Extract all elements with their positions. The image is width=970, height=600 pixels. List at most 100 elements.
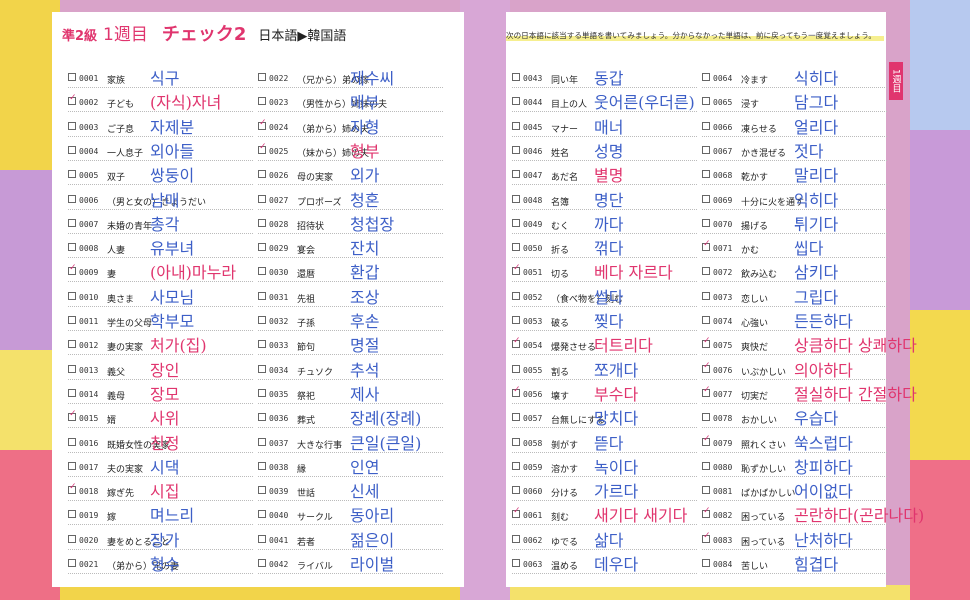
korean-answer[interactable]: 청혼	[350, 187, 379, 211]
row-checkbox[interactable]	[702, 121, 710, 130]
korean-answer[interactable]: 제사	[350, 381, 379, 405]
korean-answer[interactable]: 쌍둥이	[150, 162, 194, 186]
korean-answer[interactable]: 가르다	[594, 478, 638, 502]
row-checkbox[interactable]	[258, 170, 266, 179]
row-checkbox[interactable]	[702, 291, 710, 300]
korean-answer[interactable]: 유부녀	[150, 235, 194, 259]
korean-answer[interactable]: 말리다	[794, 162, 838, 186]
row-checkbox[interactable]	[68, 291, 76, 300]
row-checkbox[interactable]	[702, 336, 711, 349]
korean-answer[interactable]: 동갑	[594, 65, 623, 89]
korean-answer[interactable]: 외아들	[150, 138, 194, 162]
row-checkbox[interactable]	[512, 291, 520, 300]
row-checkbox[interactable]	[68, 340, 76, 349]
row-checkbox[interactable]	[258, 486, 266, 495]
row-checkbox[interactable]	[512, 316, 520, 324]
korean-answer[interactable]: 곤란하다(곤라나다)	[794, 502, 924, 526]
korean-answer[interactable]: (자식)자녀	[150, 89, 221, 113]
row-checkbox[interactable]	[512, 97, 520, 106]
row-checkbox[interactable]	[258, 340, 266, 349]
korean-answer[interactable]: 신세	[350, 478, 379, 502]
korean-answer[interactable]: 쑥스럽다	[794, 430, 853, 454]
korean-answer[interactable]: 장가	[150, 527, 179, 551]
korean-answer[interactable]: 뜯다	[594, 430, 623, 454]
row-checkbox[interactable]	[512, 437, 520, 446]
row-checkbox[interactable]	[702, 506, 711, 519]
row-checkbox[interactable]	[702, 486, 710, 495]
row-checkbox[interactable]	[512, 534, 520, 543]
korean-answer[interactable]: 명단	[594, 187, 623, 211]
row-checkbox[interactable]	[702, 170, 710, 179]
korean-answer[interactable]: 형수	[150, 551, 179, 575]
row-checkbox[interactable]	[68, 437, 76, 446]
korean-answer[interactable]: 장례(장례)	[350, 405, 421, 429]
korean-answer[interactable]: 청첩장	[350, 211, 394, 235]
korean-answer[interactable]: 부수다	[594, 381, 638, 405]
row-checkbox[interactable]	[702, 361, 711, 373]
korean-answer[interactable]: 총각	[150, 211, 179, 235]
row-checkbox[interactable]	[68, 121, 76, 130]
korean-answer[interactable]: 처가(집)	[150, 332, 207, 356]
row-checkbox[interactable]	[702, 434, 711, 446]
row-checkbox[interactable]	[258, 243, 266, 252]
korean-answer[interactable]: 외가	[350, 162, 379, 186]
korean-answer[interactable]: 난처하다	[794, 527, 853, 551]
korean-answer[interactable]: 동아리	[350, 502, 394, 526]
row-checkbox[interactable]	[258, 267, 266, 276]
row-checkbox[interactable]	[68, 93, 77, 106]
korean-answer[interactable]: 시집	[150, 478, 179, 502]
korean-answer[interactable]: 담그다	[794, 89, 838, 113]
row-checkbox[interactable]	[68, 388, 76, 397]
korean-answer[interactable]: 친정	[150, 430, 179, 454]
korean-answer[interactable]: 명절	[350, 332, 379, 356]
korean-answer[interactable]: 매너	[594, 114, 623, 138]
row-checkbox[interactable]	[68, 364, 76, 373]
row-checkbox[interactable]	[258, 194, 266, 203]
row-checkbox[interactable]	[258, 118, 267, 130]
row-checkbox[interactable]	[512, 336, 521, 349]
korean-answer[interactable]: 상큼하다 상쾌하다	[794, 332, 917, 356]
korean-answer[interactable]: 꺾다	[594, 235, 623, 259]
korean-answer[interactable]: 웃어른(우더른)	[594, 89, 695, 113]
row-checkbox[interactable]	[512, 121, 520, 130]
korean-answer[interactable]: 새기다 새기다	[594, 502, 687, 526]
row-checkbox[interactable]	[702, 194, 710, 203]
korean-answer[interactable]: 찢다	[594, 308, 623, 332]
row-checkbox[interactable]	[68, 316, 76, 324]
korean-answer[interactable]: 학부모	[150, 308, 194, 332]
korean-answer[interactable]: 삶다	[594, 527, 623, 551]
korean-answer[interactable]: 사모님	[150, 284, 194, 308]
row-checkbox[interactable]	[68, 510, 76, 519]
row-checkbox[interactable]	[258, 316, 266, 324]
row-checkbox[interactable]	[512, 385, 521, 397]
korean-answer[interactable]: 식히다	[794, 65, 838, 89]
korean-answer[interactable]: 며느리	[150, 502, 194, 526]
row-checkbox[interactable]	[258, 559, 266, 567]
row-checkbox[interactable]	[512, 364, 520, 373]
korean-answer[interactable]: 라이벌	[350, 551, 394, 575]
row-checkbox[interactable]	[512, 413, 520, 422]
korean-answer[interactable]: 사위	[150, 405, 179, 429]
korean-answer[interactable]: 씹다	[794, 235, 823, 259]
korean-answer[interactable]: 베다 자르다	[594, 259, 673, 283]
row-checkbox[interactable]	[68, 482, 77, 495]
korean-answer[interactable]: 창피하다	[794, 454, 853, 478]
row-checkbox[interactable]	[702, 461, 710, 470]
row-checkbox[interactable]	[512, 73, 520, 81]
korean-answer[interactable]: 형부	[350, 138, 379, 162]
row-checkbox[interactable]	[258, 142, 267, 154]
row-checkbox[interactable]	[258, 437, 266, 446]
korean-answer[interactable]: 망치다	[594, 405, 638, 429]
row-checkbox[interactable]	[512, 194, 520, 203]
korean-answer[interactable]: 조상	[350, 284, 379, 308]
row-checkbox[interactable]	[512, 243, 520, 252]
row-checkbox[interactable]	[258, 97, 266, 106]
korean-answer[interactable]: 남매	[150, 187, 179, 211]
korean-answer[interactable]: 까다	[594, 211, 623, 235]
korean-answer[interactable]: 제수씨	[350, 65, 394, 89]
korean-answer[interactable]: 잔치	[350, 235, 379, 259]
korean-answer[interactable]: 터트리다	[594, 332, 653, 356]
korean-answer[interactable]: 별명	[594, 162, 623, 186]
korean-answer[interactable]: 추석	[350, 357, 379, 381]
row-checkbox[interactable]	[68, 409, 77, 422]
